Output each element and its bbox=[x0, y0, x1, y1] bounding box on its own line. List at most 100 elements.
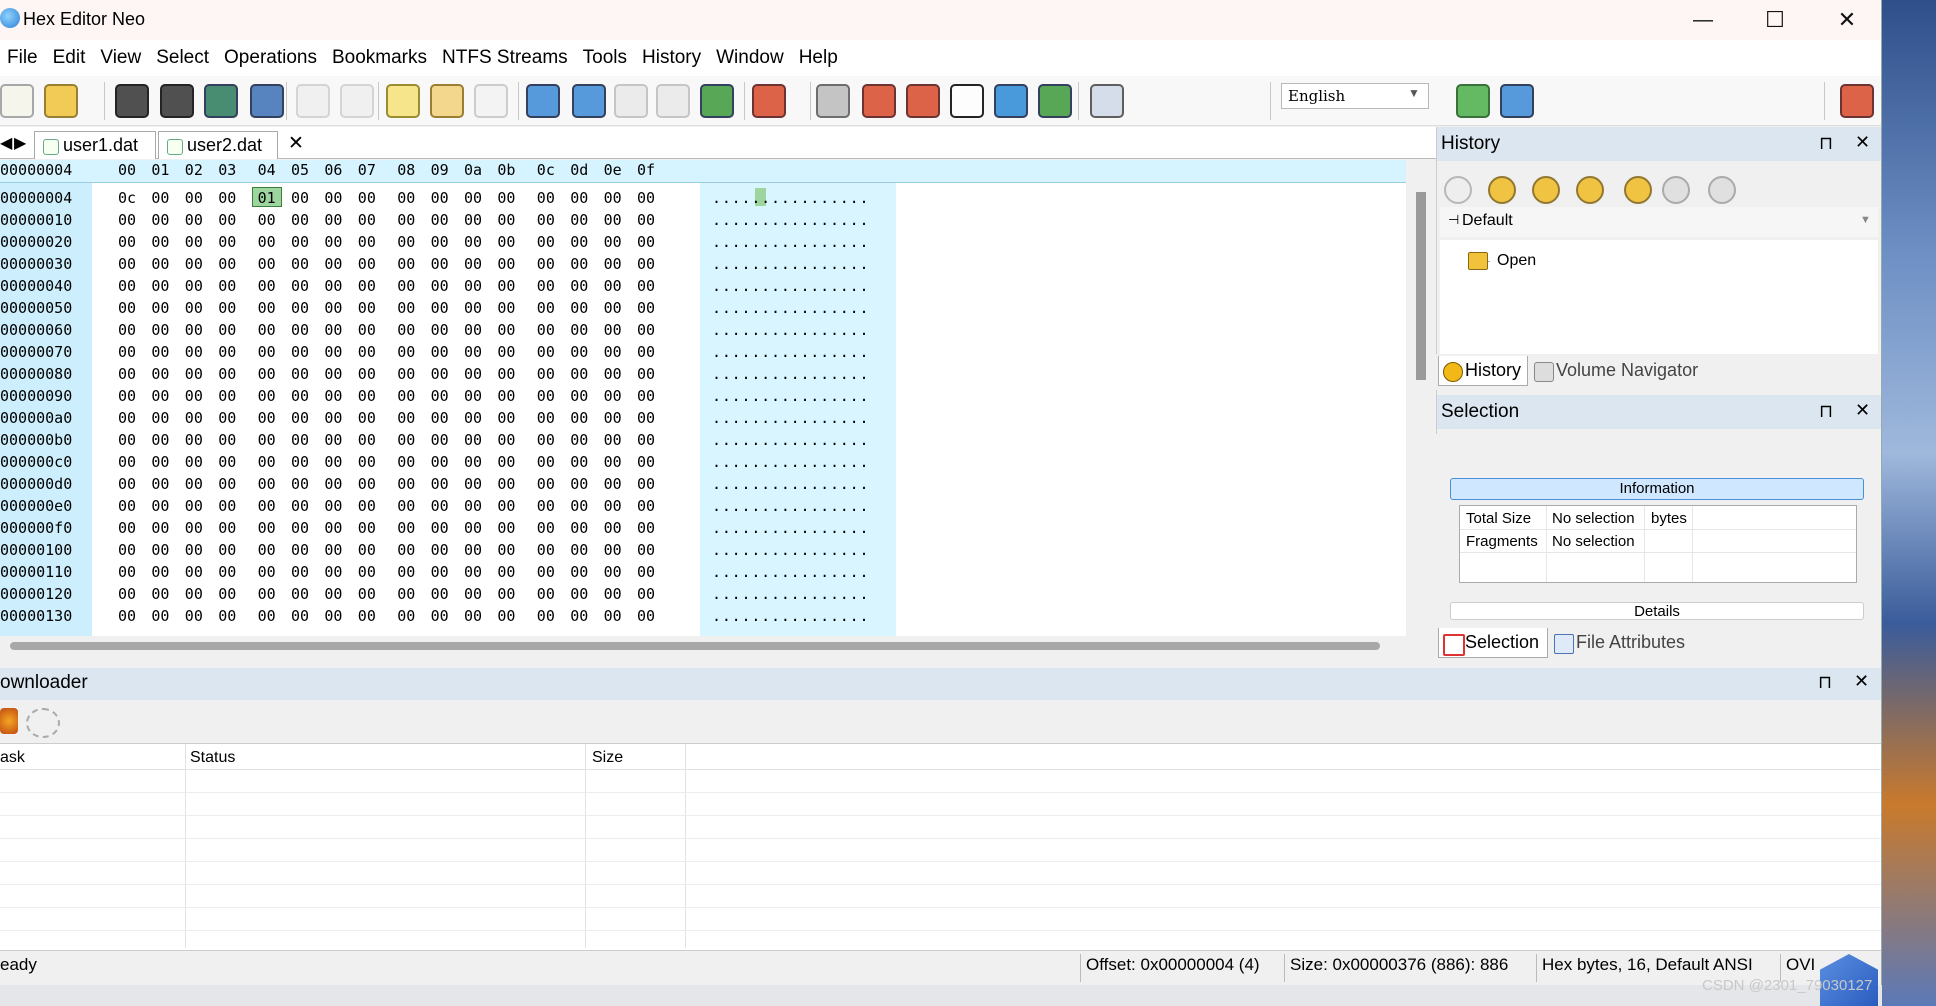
hex-byte[interactable]: 00 bbox=[464, 583, 492, 605]
hex-row[interactable]: 000000d0 00 00 00 00 00 00 00 00 00 00 00 00 00 00 00 00… bbox=[0, 473, 1406, 495]
redo-icon[interactable] bbox=[340, 84, 374, 118]
hex-byte[interactable]: 00 bbox=[537, 429, 565, 451]
new-file-icon[interactable] bbox=[0, 84, 34, 118]
hex-byte[interactable]: 00 bbox=[258, 605, 286, 627]
information-section-header[interactable]: Information bbox=[1450, 478, 1864, 500]
ascii-text[interactable]: ................ bbox=[712, 605, 869, 627]
minimize-button[interactable]: — bbox=[1668, 0, 1738, 40]
hex-byte[interactable]: 00 bbox=[218, 495, 246, 517]
hex-byte[interactable]: 00 bbox=[118, 385, 146, 407]
hex-byte[interactable]: 00 bbox=[358, 187, 386, 209]
hex-byte[interactable]: 00 bbox=[324, 561, 352, 583]
save-as-icon[interactable] bbox=[204, 84, 238, 118]
hex-byte[interactable]: 00 bbox=[497, 539, 525, 561]
ascii-text[interactable]: ................ bbox=[712, 385, 869, 407]
hex-byte[interactable]: 00 bbox=[218, 209, 246, 231]
hex-byte[interactable]: 00 bbox=[185, 561, 213, 583]
encoding-icon[interactable] bbox=[700, 84, 734, 118]
hex-byte[interactable]: 00 bbox=[358, 605, 386, 627]
hex-byte[interactable]: 00 bbox=[291, 275, 319, 297]
language-select[interactable]: English bbox=[1281, 83, 1429, 109]
hex-byte[interactable]: 00 bbox=[151, 451, 179, 473]
hex-byte[interactable]: 00 bbox=[537, 517, 565, 539]
hex-byte[interactable]: 00 bbox=[258, 583, 286, 605]
hex-byte[interactable]: 00 bbox=[397, 495, 425, 517]
hex-byte[interactable]: 00 bbox=[118, 231, 146, 253]
hex-byte[interactable]: 00 bbox=[291, 539, 319, 561]
web-icon[interactable] bbox=[1500, 84, 1534, 118]
hex-row[interactable]: 000000c0 00 00 00 00 00 00 00 00 00 00 00 00 00 00 00 00… bbox=[0, 451, 1406, 473]
hex-row[interactable]: 00000090 00 00 00 00 00 00 00 00 00 00 00 00 00 00 00 00… bbox=[0, 385, 1406, 407]
menu-view[interactable]: View bbox=[93, 47, 149, 69]
history-clear-icon[interactable] bbox=[1488, 176, 1516, 204]
hex-byte[interactable]: 00 bbox=[497, 319, 525, 341]
hex-byte[interactable]: 00 bbox=[570, 297, 598, 319]
hex-byte[interactable]: 00 bbox=[151, 407, 179, 429]
hex-byte[interactable]: 00 bbox=[464, 495, 492, 517]
hex-byte[interactable]: 00 bbox=[464, 341, 492, 363]
tab-user2[interactable]: user2.dat bbox=[158, 131, 278, 159]
tab-file-attributes[interactable]: File Attributes bbox=[1550, 628, 1750, 658]
hex-byte[interactable]: 00 bbox=[151, 363, 179, 385]
hex-byte[interactable]: 00 bbox=[637, 253, 665, 275]
hex-byte[interactable]: 00 bbox=[604, 253, 632, 275]
hex-byte[interactable]: 00 bbox=[151, 253, 179, 275]
hex-byte[interactable]: 00 bbox=[497, 253, 525, 275]
hex-byte[interactable]: 00 bbox=[637, 297, 665, 319]
ascii-text[interactable]: ................ bbox=[712, 429, 869, 451]
history-entry[interactable]: Open bbox=[1497, 252, 1536, 270]
hex-byte[interactable]: 00 bbox=[118, 583, 146, 605]
hex-byte[interactable]: 00 bbox=[258, 253, 286, 275]
ascii-text[interactable]: ................ bbox=[712, 275, 869, 297]
hex-byte[interactable]: 00 bbox=[218, 561, 246, 583]
hex-byte[interactable]: 00 bbox=[218, 605, 246, 627]
hex-byte[interactable]: 00 bbox=[258, 275, 286, 297]
hex-byte[interactable]: 00 bbox=[218, 539, 246, 561]
hex-byte[interactable]: 00 bbox=[218, 275, 246, 297]
hex-byte[interactable]: 00 bbox=[358, 231, 386, 253]
hex-byte[interactable]: 00 bbox=[570, 561, 598, 583]
hex-byte[interactable]: 00 bbox=[151, 297, 179, 319]
hex-byte[interactable]: 00 bbox=[218, 583, 246, 605]
hex-row[interactable]: 00000004 0c 00 00 00 01 00 00 00 00 00 00 00 00 00 00 00… bbox=[0, 187, 1406, 209]
menu-operations[interactable]: Operations bbox=[217, 47, 325, 69]
hex-byte[interactable]: 00 bbox=[151, 561, 179, 583]
hex-byte[interactable]: 00 bbox=[604, 605, 632, 627]
hex-byte[interactable]: 00 bbox=[151, 473, 179, 495]
hex-byte[interactable]: 00 bbox=[291, 363, 319, 385]
hex-byte[interactable]: 00 bbox=[570, 473, 598, 495]
hex-byte[interactable]: 00 bbox=[324, 429, 352, 451]
hex-byte[interactable]: 00 bbox=[570, 385, 598, 407]
hex-byte[interactable]: 00 bbox=[604, 385, 632, 407]
hex-byte[interactable]: 00 bbox=[431, 319, 459, 341]
ascii-text[interactable]: ................ bbox=[712, 341, 869, 363]
hex-byte[interactable]: 00 bbox=[358, 473, 386, 495]
hex-byte[interactable]: 00 bbox=[151, 275, 179, 297]
hex-byte[interactable]: 00 bbox=[218, 363, 246, 385]
hex-byte[interactable]: 00 bbox=[637, 385, 665, 407]
hex-byte[interactable]: 00 bbox=[151, 583, 179, 605]
hex-byte[interactable]: 00 bbox=[637, 495, 665, 517]
pin-icon[interactable]: ⊓ bbox=[1819, 133, 1833, 154]
hex-byte[interactable]: 00 bbox=[358, 363, 386, 385]
hex-byte[interactable]: 00 bbox=[464, 231, 492, 253]
hex-byte[interactable]: 00 bbox=[637, 605, 665, 627]
tab-scroll-right-icon[interactable]: ▶ bbox=[14, 133, 26, 153]
hex-row[interactable]: 000000a0 00 00 00 00 00 00 00 00 00 00 00 00 00 00 00 00… bbox=[0, 407, 1406, 429]
hex-byte[interactable]: 00 bbox=[185, 187, 213, 209]
hex-byte[interactable]: 00 bbox=[604, 187, 632, 209]
history-load-icon[interactable] bbox=[1662, 176, 1690, 204]
hex-byte[interactable]: 00 bbox=[570, 605, 598, 627]
hex-byte[interactable]: 00 bbox=[431, 561, 459, 583]
columns-icon[interactable] bbox=[752, 84, 786, 118]
hex-byte[interactable]: 00 bbox=[537, 319, 565, 341]
hex-byte[interactable]: 00 bbox=[258, 231, 286, 253]
hex-byte[interactable]: 00 bbox=[431, 539, 459, 561]
hex-byte[interactable]: 00 bbox=[185, 385, 213, 407]
hex-byte[interactable]: 00 bbox=[397, 253, 425, 275]
close-icon[interactable]: ✕ bbox=[1855, 400, 1870, 421]
hex-byte[interactable]: 00 bbox=[397, 473, 425, 495]
hex-byte[interactable]: 00 bbox=[324, 363, 352, 385]
hex-byte[interactable]: 00 bbox=[464, 209, 492, 231]
hex-byte[interactable]: 00 bbox=[537, 473, 565, 495]
